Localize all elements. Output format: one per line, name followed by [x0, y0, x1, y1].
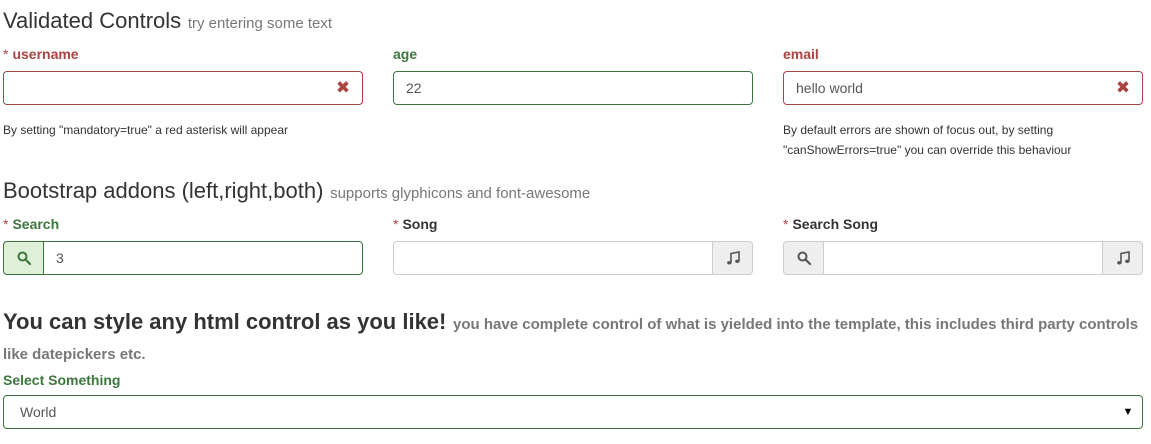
search-input[interactable]: 3 — [43, 241, 363, 275]
email-help-line-1: By default errors are shown of focus out… — [783, 123, 1054, 137]
music-icon — [726, 250, 740, 264]
required-asterisk: * — [783, 216, 789, 232]
section-subheading: try entering some text — [187, 15, 333, 32]
required-asterisk: * — [3, 216, 9, 232]
section-title-style-any-control: You can style any html control as you li… — [3, 308, 1148, 368]
select-something-dropdown[interactable]: World ▼ — [3, 395, 1143, 429]
required-asterisk: * — [393, 216, 399, 232]
email-input[interactable]: hello world ✖ — [783, 71, 1143, 105]
search-song-field-group: * Search Song — [783, 215, 1143, 275]
section-title-validated-controls: Validated Controls try entering some tex… — [3, 7, 332, 35]
song-field-group: * Song — [393, 215, 753, 275]
age-field-group: age 22 — [393, 45, 753, 105]
song-input-group — [393, 241, 753, 275]
email-help-line-2: "canShowErrors=true" you can override th… — [783, 143, 1072, 157]
age-label-text: age — [393, 46, 418, 62]
username-help-text: By setting "mandatory=true" a red asteri… — [3, 123, 288, 137]
search-song-label: * Search Song — [783, 215, 1143, 233]
search-song-input[interactable] — [823, 241, 1103, 275]
email-help-text: By default errors are shown of focus out… — [783, 120, 1143, 160]
search-song-input-group — [783, 241, 1143, 275]
search-input-group: 3 — [3, 241, 363, 275]
page: Validated Controls try entering some tex… — [0, 0, 1151, 444]
email-label: email — [783, 45, 1143, 63]
song-addon — [713, 241, 753, 275]
age-label: age — [393, 45, 753, 63]
search-icon — [17, 251, 31, 265]
section-heading: Validated Controls — [3, 8, 182, 33]
username-field-group: * username ✖ By setting "mandatory=true" … — [3, 45, 363, 140]
select-selected-value: World — [20, 404, 57, 420]
section-heading: You can style any html control as you li… — [3, 309, 447, 334]
age-value: 22 — [406, 80, 422, 96]
search-icon — [797, 251, 811, 265]
search-song-label-text: Search Song — [792, 216, 879, 232]
music-icon — [1116, 250, 1130, 264]
search-label: * Search — [3, 215, 363, 233]
email-label-text: email — [783, 46, 819, 62]
email-field-group: email hello world ✖ By default errors ar… — [783, 45, 1143, 160]
section-title-bootstrap-addons: Bootstrap addons (left,right,both) suppo… — [3, 177, 590, 205]
age-input[interactable]: 22 — [393, 71, 753, 105]
remove-icon: ✖ — [335, 78, 351, 97]
email-value: hello world — [796, 80, 863, 96]
search-label-text: Search — [12, 216, 60, 232]
username-input[interactable]: ✖ — [3, 71, 363, 105]
username-label: * username — [3, 45, 363, 63]
song-input[interactable] — [393, 241, 713, 275]
search-addon — [3, 241, 43, 275]
search-field-group: * Search 3 — [3, 215, 363, 275]
section-heading: Bootstrap addons (left,right,both) — [3, 178, 324, 203]
search-value: 3 — [56, 250, 64, 266]
caret-down-icon: ▼ — [1122, 406, 1134, 418]
remove-icon: ✖ — [1115, 78, 1131, 97]
section-subheading: supports glyphicons and font-awesome — [330, 185, 591, 202]
search-song-left-addon — [783, 241, 823, 275]
select-something-label: Select Something — [3, 372, 121, 388]
required-asterisk: * — [3, 46, 9, 62]
search-song-right-addon — [1103, 241, 1143, 275]
song-label-text: Song — [402, 216, 438, 232]
song-label: * Song — [393, 215, 753, 233]
username-label-text: username — [12, 46, 79, 62]
